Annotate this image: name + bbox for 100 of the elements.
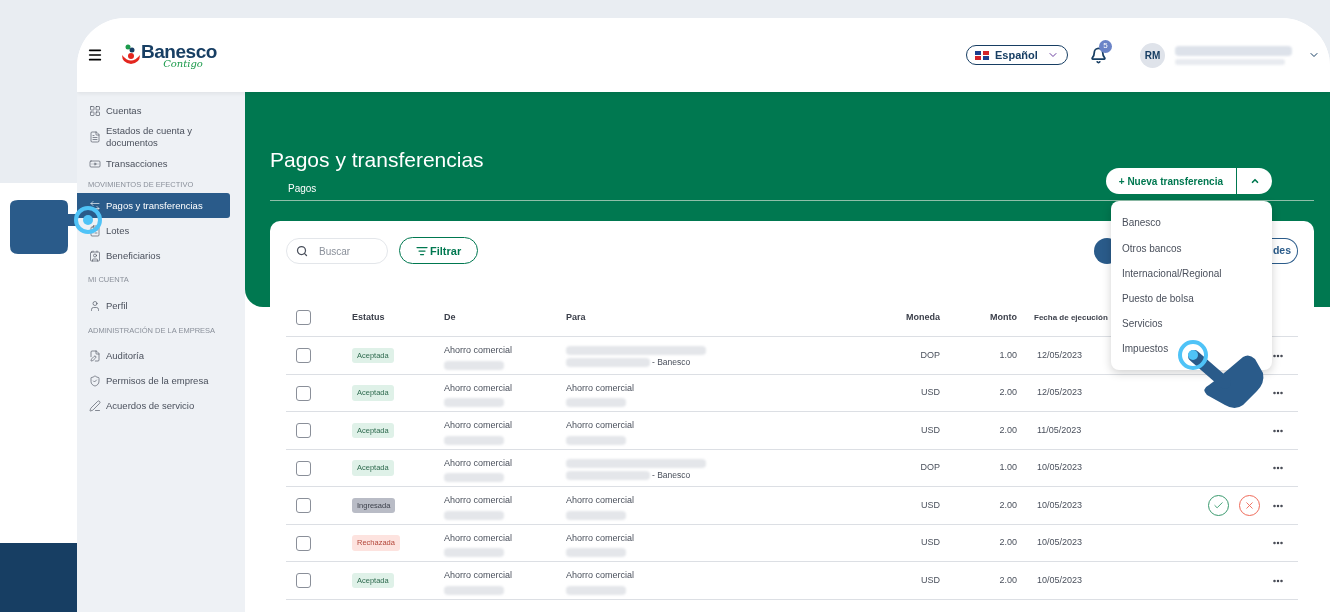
table-cell-text: Ahorro comercial bbox=[444, 456, 514, 470]
search-icon bbox=[296, 244, 308, 257]
redacted-text bbox=[444, 398, 504, 408]
bell-icon bbox=[1090, 46, 1107, 64]
table-cell-text: DOP bbox=[920, 348, 940, 362]
table-cell-text: Ahorro comercial bbox=[566, 494, 636, 508]
table-cell-text: Ahorro comercial bbox=[566, 569, 636, 583]
column-header: Estatus bbox=[352, 311, 385, 324]
table-cell-text: 2.00 bbox=[999, 498, 1017, 512]
table-cell-text: USD bbox=[921, 573, 940, 587]
page-title: Pagos y transferencias bbox=[270, 147, 485, 173]
table-cell: - Banesco bbox=[652, 356, 691, 369]
table-cell: 2.00 bbox=[999, 386, 1017, 400]
sidebar-item[interactable]: Auditoría bbox=[77, 343, 230, 369]
menu-icon bbox=[87, 47, 103, 63]
flag-icon bbox=[975, 50, 989, 60]
menu-item[interactable]: Banesco bbox=[1111, 210, 1272, 236]
table-cell-text: USD bbox=[921, 498, 940, 512]
sidebar-item[interactable]: Lotes bbox=[77, 218, 230, 244]
menu-item[interactable]: Internacional/Regional bbox=[1111, 260, 1272, 286]
table-cell-text: Ahorro comercial bbox=[444, 419, 514, 433]
notifications-button[interactable] bbox=[1090, 46, 1107, 64]
sidebar-item-icon bbox=[89, 300, 101, 312]
checkbox[interactable] bbox=[296, 423, 311, 438]
redacted-text bbox=[566, 398, 626, 408]
checkbox[interactable] bbox=[296, 460, 311, 476]
menu-item[interactable]: Puesto de bolsa bbox=[1111, 285, 1272, 311]
tab[interactable]: Pagos bbox=[288, 181, 317, 197]
sidebar-item[interactable]: Perfil bbox=[77, 293, 230, 319]
checkbox[interactable] bbox=[296, 535, 311, 551]
table-cell: 2.00 bbox=[999, 536, 1017, 550]
redacted-text bbox=[444, 585, 504, 595]
menu-item[interactable]: Servicios bbox=[1111, 311, 1272, 337]
table-cell-text: 2.00 bbox=[999, 423, 1017, 437]
sidebar-item-icon bbox=[89, 375, 101, 388]
redacted-text bbox=[566, 548, 626, 558]
redacted-text bbox=[444, 510, 504, 520]
pointing-hand-overlay bbox=[10, 200, 76, 254]
sidebar-item-icon bbox=[89, 249, 101, 262]
table-cell-text: 2.00 bbox=[999, 573, 1017, 587]
sidebar-item-icon bbox=[89, 350, 101, 363]
column-header: Fecha de ejecución bbox=[1033, 311, 1108, 324]
table-cell-text: Ahorro comercial bbox=[566, 531, 636, 545]
column-header: Monto bbox=[990, 311, 1017, 324]
column-header: Para bbox=[566, 311, 586, 324]
column-header: Moneda bbox=[906, 311, 940, 324]
redacted-text bbox=[444, 360, 504, 370]
close-icon bbox=[1244, 500, 1255, 511]
table-cell-text: Ahorro comercial bbox=[444, 344, 514, 358]
search-field[interactable]: Buscar bbox=[286, 238, 388, 264]
sidebar-item-icon bbox=[89, 131, 101, 143]
table-cell: USD bbox=[921, 386, 940, 400]
table-cell-text: 11/05/2023 bbox=[1036, 423, 1083, 437]
tap-ring-overlay bbox=[74, 206, 102, 234]
sidebar-item[interactable]: Beneficiarios bbox=[77, 243, 230, 269]
checkbox[interactable] bbox=[296, 498, 311, 513]
redacted-text bbox=[566, 435, 626, 445]
checkbox[interactable] bbox=[296, 385, 311, 401]
check-icon bbox=[1213, 500, 1224, 511]
sidebar-item[interactable]: Transacciones bbox=[77, 151, 230, 176]
table-cell-text: 12/05/2023 bbox=[1036, 386, 1084, 400]
table-cell: 1.00 bbox=[999, 461, 1017, 475]
sidebar-item[interactable]: Pagos y transferencias bbox=[77, 193, 230, 219]
sidebar-item-icon bbox=[89, 400, 101, 413]
table-cell-text: Ahorro comercial bbox=[444, 494, 514, 508]
table-cell-text: Ahorro comercial bbox=[566, 419, 636, 433]
redacted-text bbox=[444, 435, 504, 445]
logo-name: Banesco bbox=[141, 41, 217, 61]
table-cell-text: 10/05/2023 bbox=[1036, 573, 1084, 587]
table-cell-text: Ahorro comercial bbox=[444, 569, 514, 583]
sidebar-item[interactable]: Permisos de la empresa bbox=[77, 368, 230, 394]
sidebar-item-icon bbox=[89, 157, 101, 170]
notification-badge: 5 bbox=[1099, 39, 1112, 53]
table-cell-text: 10/05/2023 bbox=[1036, 498, 1084, 512]
redacted-text bbox=[566, 585, 626, 595]
table-cell-text: Ahorro comercial bbox=[444, 531, 514, 545]
table-cell-text: 10/05/2023 bbox=[1036, 536, 1084, 550]
checkbox[interactable] bbox=[296, 573, 311, 588]
checkbox[interactable] bbox=[296, 310, 311, 326]
checkbox[interactable] bbox=[296, 348, 311, 363]
redacted-text bbox=[566, 510, 626, 520]
table-cell: - Banesco bbox=[652, 468, 691, 482]
sidebar-item[interactable]: Estados de cuenta y documentos bbox=[77, 123, 230, 151]
sidebar-item-icon bbox=[89, 199, 101, 212]
table-cell-text: Ahorro comercial bbox=[444, 381, 514, 395]
sidebar-item[interactable]: Cuentas bbox=[77, 98, 230, 123]
sidebar-item-icon bbox=[89, 224, 101, 237]
sidebar-item[interactable]: Acuerdos de servicio bbox=[77, 393, 230, 419]
logo-tagline: Contigo bbox=[163, 58, 203, 69]
redacted-text bbox=[444, 548, 504, 558]
table-cell-text: 10/05/2023 bbox=[1036, 461, 1084, 475]
table-cell-text: 1.00 bbox=[999, 348, 1017, 362]
menu-item[interactable]: Otros bancos bbox=[1111, 235, 1272, 261]
table-cell-text: USD bbox=[921, 423, 940, 437]
menu-item[interactable]: Impuestos bbox=[1111, 336, 1272, 362]
table-cell-text: Ahorro comercial bbox=[566, 381, 636, 395]
logo-icon bbox=[121, 44, 141, 66]
table-cell: DOP bbox=[920, 461, 940, 475]
column-header: De bbox=[444, 311, 456, 324]
user-avatar[interactable]: RM bbox=[1140, 42, 1165, 68]
